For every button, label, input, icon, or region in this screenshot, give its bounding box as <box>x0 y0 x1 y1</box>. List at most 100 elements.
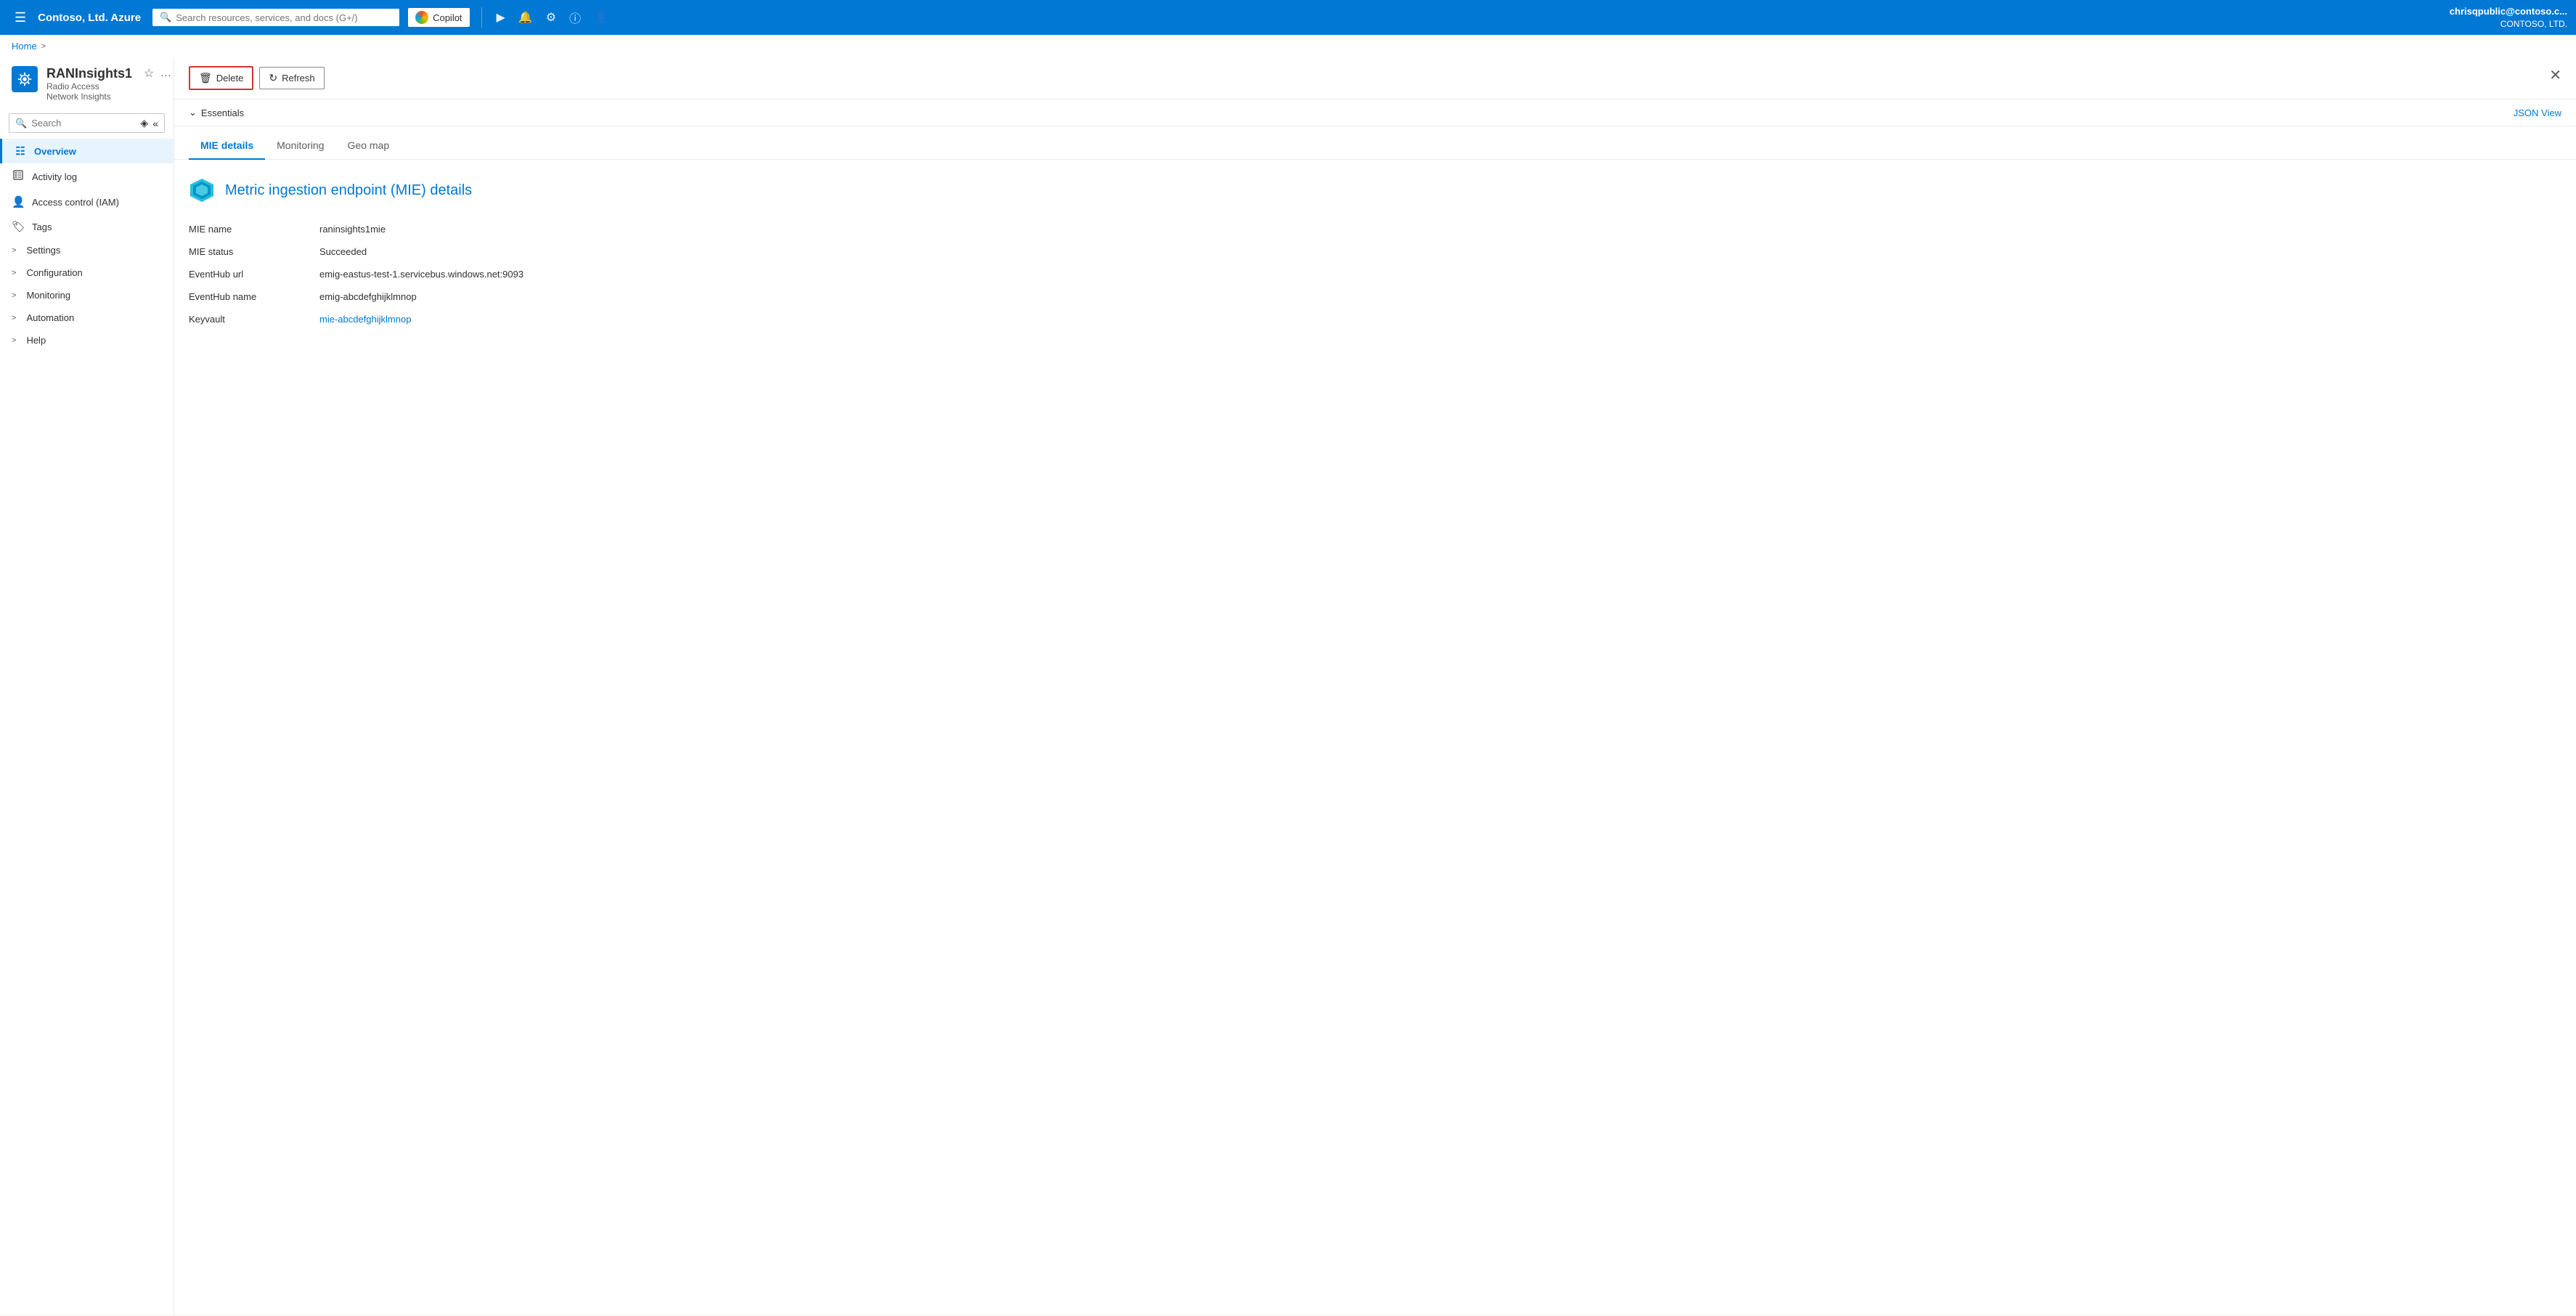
sidebar-item-activity-log[interactable]: Activity log <box>0 163 174 190</box>
configuration-arrow: > <box>12 269 16 277</box>
delete-label: Delete <box>216 73 244 84</box>
refresh-button[interactable]: ↻ Refresh <box>259 67 324 89</box>
ran-insights-icon <box>17 71 33 87</box>
settings-arrow: > <box>12 246 16 255</box>
sidebar-item-label-monitoring: Monitoring <box>26 290 70 301</box>
sidebar-item-access-control[interactable]: 👤 Access control (IAM) <box>0 190 174 214</box>
mie-field-value-2: emig-eastus-test-1.servicebus.windows.ne… <box>319 263 2561 285</box>
sidebar-item-tags[interactable]: 🏷 Tags <box>0 214 174 239</box>
breadcrumb: Home > <box>0 35 2576 57</box>
mie-details-section: Metric ingestion endpoint (MIE) details … <box>174 160 2576 348</box>
mie-field-value-4[interactable]: mie-abcdefghijklmnop <box>319 308 2561 330</box>
search-icon: 🔍 <box>160 12 171 23</box>
close-button[interactable]: ✕ <box>2549 66 2561 84</box>
copilot-button[interactable]: Copilot <box>408 8 469 27</box>
delete-icon: 🗑 <box>199 72 212 84</box>
mie-field-label-4: Keyvault <box>189 308 319 330</box>
copilot-icon <box>415 11 428 24</box>
collapse-icon[interactable]: « <box>152 118 158 129</box>
terminal-icon[interactable]: ▶ <box>497 10 505 25</box>
refresh-icon: ↻ <box>269 72 277 84</box>
help-icon[interactable]: ⓘ <box>569 9 581 26</box>
sidebar-item-label-tags: Tags <box>32 222 52 232</box>
tags-icon: 🏷 <box>12 220 25 233</box>
sidebar-item-label-automation: Automation <box>26 312 74 323</box>
resource-header: RANInsights1 Radio Access Network Insigh… <box>0 57 174 107</box>
sidebar-item-label-activity-log: Activity log <box>32 171 77 182</box>
mie-field-value-3: emig-abcdefghijklmnop <box>319 285 2561 308</box>
breadcrumb-separator: > <box>41 42 46 51</box>
sidebar-search-input[interactable] <box>31 118 136 129</box>
sidebar-search-icon: 🔍 <box>15 118 27 129</box>
notification-icon[interactable]: 🔔 <box>518 10 533 25</box>
resource-icon <box>12 66 38 92</box>
resource-subtitle: Radio Access Network Insights <box>46 81 132 102</box>
settings-icon[interactable]: ⚙ <box>546 10 556 25</box>
breadcrumb-home[interactable]: Home <box>12 41 37 52</box>
sidebar-item-help[interactable]: > Help <box>0 329 174 352</box>
help-arrow: > <box>12 336 16 345</box>
user-org: CONTOSO, LTD. <box>2450 18 2567 31</box>
sidebar-item-automation[interactable]: > Automation <box>0 306 174 329</box>
mie-field-value-1: Succeeded <box>319 240 2561 263</box>
sidebar-item-label-configuration: Configuration <box>26 267 82 278</box>
essentials-header: ⌄ Essentials JSON View <box>189 99 2561 126</box>
essentials-title-text: Essentials <box>201 107 244 118</box>
mie-field-label-2: EventHub url <box>189 263 319 285</box>
essentials-toggle[interactable]: ⌄ Essentials <box>189 107 244 118</box>
sidebar-item-label-help: Help <box>26 335 46 346</box>
mie-field-label-1: MIE status <box>189 240 319 263</box>
sidebar-item-configuration[interactable]: > Configuration <box>0 261 174 284</box>
refresh-label: Refresh <box>282 73 315 84</box>
activity-log-icon <box>12 169 25 184</box>
tab-mie-details[interactable]: MIE details <box>189 132 265 160</box>
nav-icons: ▶ 🔔 ⚙ ⓘ 👤 <box>497 9 609 26</box>
hamburger-menu[interactable]: ☰ <box>9 7 32 28</box>
copilot-label: Copilot <box>433 12 462 23</box>
mie-section-icon <box>189 177 215 203</box>
page-layout: RANInsights1 Radio Access Network Insigh… <box>0 57 2576 1315</box>
nav-separator <box>481 7 482 28</box>
sidebar-item-label-access-control: Access control (IAM) <box>32 197 119 208</box>
activity-icon-svg <box>12 169 24 181</box>
top-navigation: ☰ Contoso, Ltd. Azure 🔍 Copilot ▶ 🔔 ⚙ ⓘ … <box>0 0 2576 35</box>
filter-icon[interactable]: ◈ <box>140 117 148 129</box>
essentials-chevron-icon: ⌄ <box>189 107 197 118</box>
global-search-box[interactable]: 🔍 <box>152 9 399 26</box>
sidebar-item-overview[interactable]: ☷ Overview <box>0 139 174 163</box>
tab-monitoring[interactable]: Monitoring <box>265 132 335 160</box>
automation-arrow: > <box>12 314 16 322</box>
mie-field-label-3: EventHub name <box>189 285 319 308</box>
resource-info: RANInsights1 Radio Access Network Insigh… <box>46 66 132 102</box>
sidebar-search-box[interactable]: 🔍 ◈ « <box>9 113 165 133</box>
mie-field-value-0: raninsights1mie <box>319 218 2561 240</box>
sidebar-nav: ☷ Overview Activity log <box>0 139 174 352</box>
access-control-icon: 👤 <box>12 195 25 208</box>
resource-header-actions: ☆ … <box>144 66 171 81</box>
sidebar-item-settings[interactable]: > Settings <box>0 239 174 261</box>
resource-title: RANInsights1 <box>46 66 132 81</box>
tab-geo-map[interactable]: Geo map <box>336 132 402 160</box>
sidebar-item-monitoring[interactable]: > Monitoring <box>0 284 174 306</box>
mie-details-table: MIE name raninsights1mie MIE status Succ… <box>189 218 2561 330</box>
brand-name: Contoso, Ltd. Azure <box>38 12 141 24</box>
mie-field-label-0: MIE name <box>189 218 319 240</box>
user-menu[interactable]: chrisqpublic@contoso.c... CONTOSO, LTD. <box>2450 5 2567 31</box>
delete-button[interactable]: 🗑 Delete <box>189 66 253 90</box>
feedback-icon[interactable]: 👤 <box>594 10 608 25</box>
favorite-icon[interactable]: ☆ <box>144 66 154 81</box>
tabs-container: MIE details Monitoring Geo map <box>174 132 2576 160</box>
global-search-input[interactable] <box>176 12 364 23</box>
sidebar-item-label-overview: Overview <box>34 146 76 157</box>
sidebar-item-label-settings: Settings <box>26 245 60 256</box>
main-toolbar: 🗑 Delete ↻ Refresh ✕ <box>174 57 2576 99</box>
mie-header: Metric ingestion endpoint (MIE) details <box>189 177 2561 203</box>
mie-section-title: Metric ingestion endpoint (MIE) details <box>225 182 472 199</box>
monitoring-arrow: > <box>12 291 16 300</box>
sidebar: RANInsights1 Radio Access Network Insigh… <box>0 57 174 1315</box>
essentials-section: ⌄ Essentials JSON View <box>174 99 2576 126</box>
main-content: 🗑 Delete ↻ Refresh ✕ ⌄ Essentials JSON V… <box>174 57 2576 1315</box>
more-options-icon[interactable]: … <box>160 67 171 80</box>
json-view-link[interactable]: JSON View <box>2514 107 2561 118</box>
username: chrisqpublic@contoso.c... <box>2450 5 2567 18</box>
